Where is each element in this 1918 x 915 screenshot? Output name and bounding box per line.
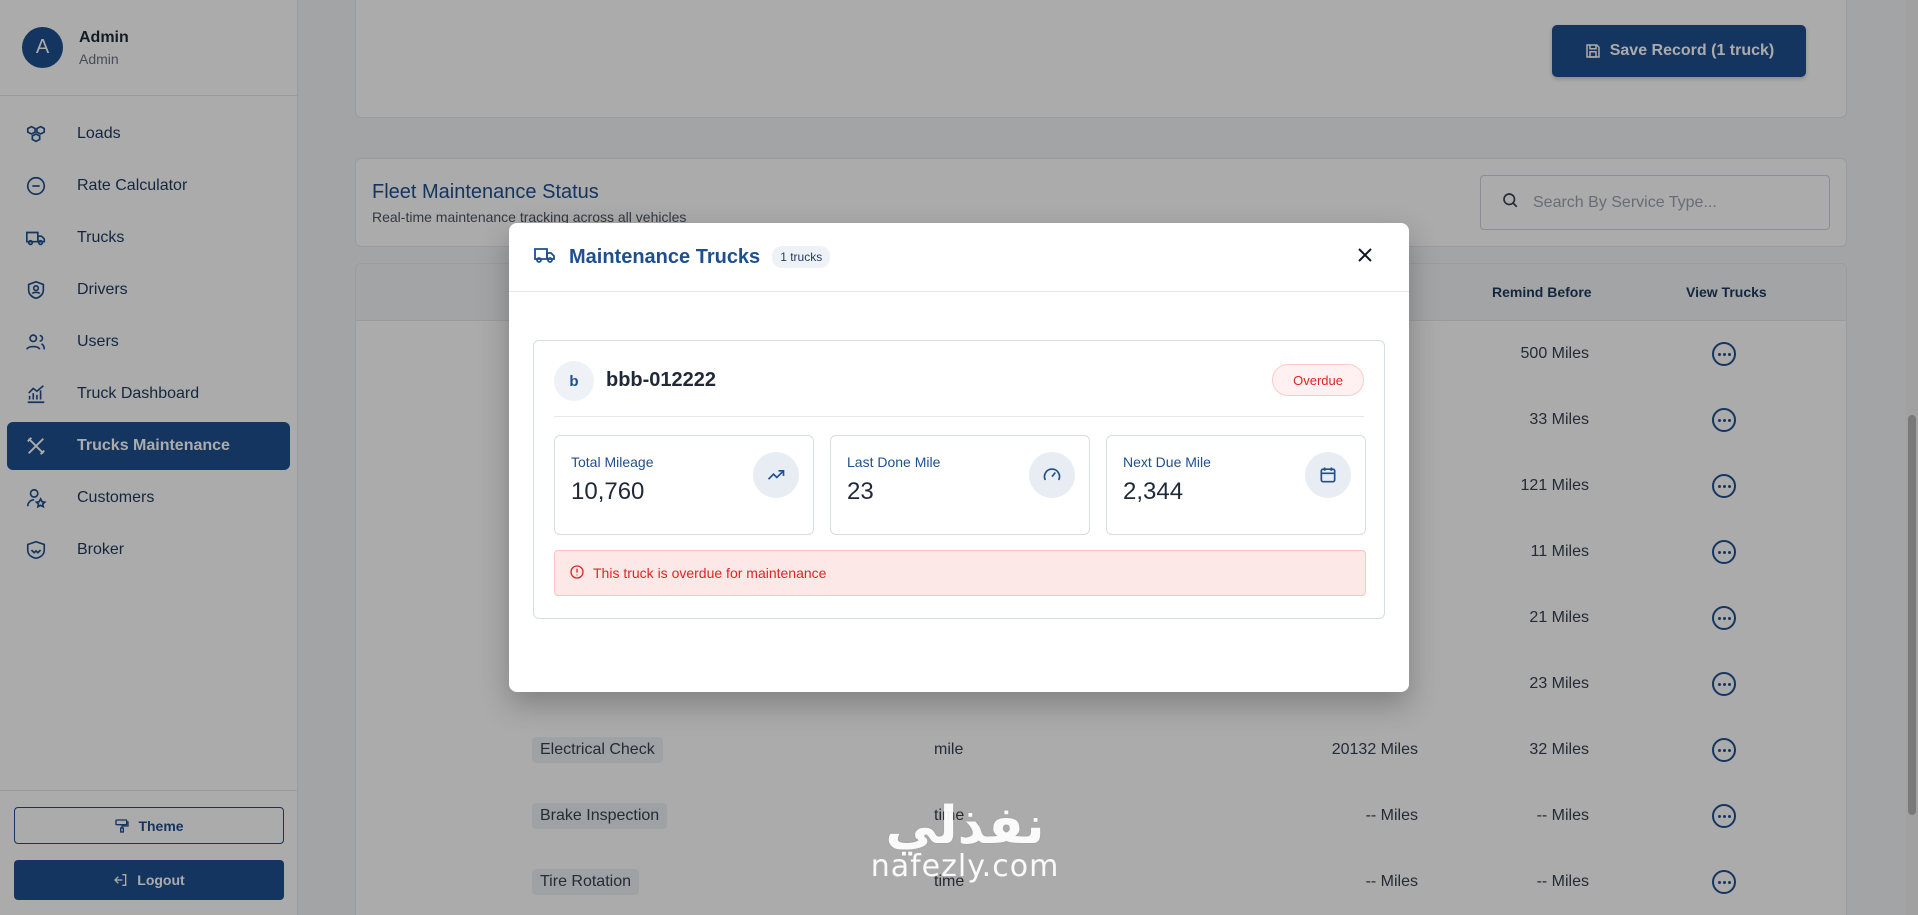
- trending-up-icon: [753, 452, 799, 498]
- truck-card: b bbb-012222 Overdue Total Mileage 10,76…: [533, 340, 1385, 619]
- stat-label: Next Due Mile: [1123, 454, 1211, 470]
- stat-value: 10,760: [571, 478, 645, 505]
- alert-circle-icon: [569, 564, 585, 583]
- stat-total-mileage: Total Mileage 10,760: [554, 435, 814, 535]
- watermark-arabic: نفذلي: [885, 796, 1045, 856]
- calendar-icon: [1305, 452, 1351, 498]
- truck-stats: Total Mileage 10,760 Last Done Mile 23 N…: [554, 435, 1366, 535]
- stat-last-done-mile: Last Done Mile 23: [830, 435, 1090, 535]
- close-icon: [1358, 247, 1372, 267]
- watermark-latin: nafezly.com: [870, 849, 1060, 884]
- truck-card-header: b bbb-012222 Overdue: [554, 361, 1364, 417]
- overdue-alert: This truck is overdue for maintenance: [554, 550, 1366, 596]
- close-button[interactable]: [1355, 247, 1375, 267]
- stat-value: 2,344: [1123, 478, 1184, 505]
- alert-text: This truck is overdue for maintenance: [593, 565, 827, 581]
- watermark: نفذلي nafezly.com: [840, 800, 1090, 882]
- modal-title: Maintenance Trucks: [569, 245, 761, 268]
- stat-label: Last Done Mile: [847, 454, 941, 470]
- stat-next-due-mile: Next Due Mile 2,344: [1106, 435, 1366, 535]
- modal-header: Maintenance Trucks 1 trucks: [509, 223, 1409, 292]
- truck-id: bbb-012222: [606, 369, 717, 391]
- stat-label: Total Mileage: [571, 454, 654, 470]
- truck-count-badge: 1 trucks: [772, 246, 831, 268]
- truck-avatar: b: [554, 361, 594, 401]
- maintenance-trucks-modal: Maintenance Trucks 1 trucks b bbb-012222…: [509, 223, 1409, 692]
- gauge-icon: [1029, 452, 1075, 498]
- status-badge: Overdue: [1272, 364, 1364, 396]
- stat-value: 23: [847, 478, 874, 505]
- truck-icon: [533, 243, 557, 272]
